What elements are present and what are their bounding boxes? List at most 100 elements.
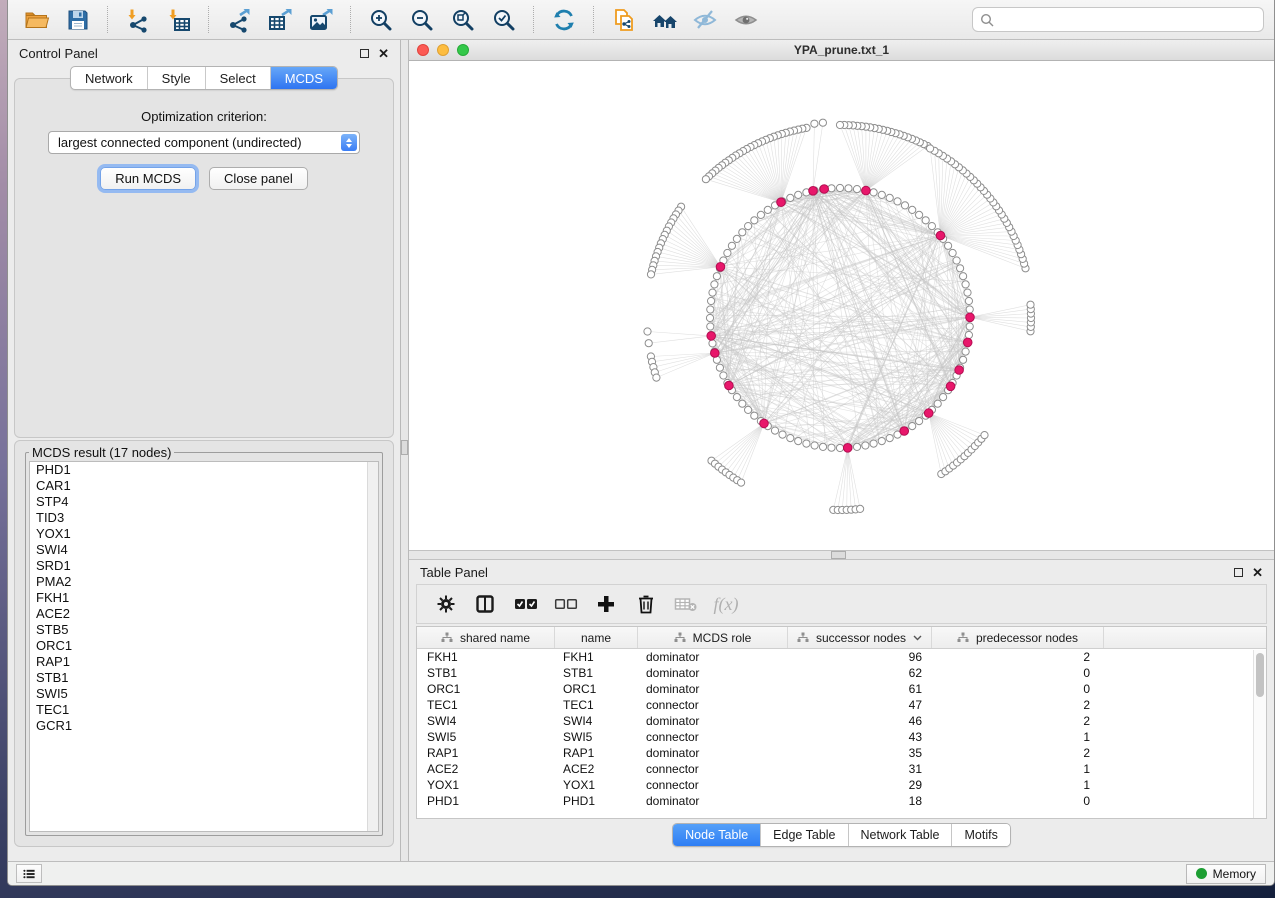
deselect-all-button[interactable] — [551, 589, 581, 619]
window-minimize-icon[interactable] — [437, 44, 449, 56]
refresh-button[interactable] — [545, 4, 582, 36]
tab-select[interactable]: Select — [206, 67, 271, 89]
mcds-result-item[interactable]: RAP1 — [30, 654, 378, 670]
mcds-result-item[interactable]: SRD1 — [30, 558, 378, 574]
mcds-result-item[interactable]: YOX1 — [30, 526, 378, 542]
search-input[interactable] — [1000, 12, 1256, 28]
zoom-selected-button[interactable] — [485, 4, 522, 36]
search-box[interactable] — [972, 7, 1264, 32]
tab-network[interactable]: Network — [71, 67, 148, 89]
mcds-result-item[interactable]: SWI5 — [30, 686, 378, 702]
table-row[interactable]: STB1STB1dominator620 — [417, 665, 1266, 681]
add-column-button[interactable] — [591, 589, 621, 619]
window-close-icon[interactable] — [417, 44, 429, 56]
hide-selected-button[interactable] — [687, 4, 724, 36]
criterion-select[interactable]: largest connected component (undirected) — [48, 131, 360, 154]
show-all-button[interactable] — [728, 4, 765, 36]
mcds-result-item[interactable]: GCR1 — [30, 718, 378, 734]
column-header-name[interactable]: name — [555, 627, 638, 648]
close-table-panel-icon[interactable]: ✕ — [1252, 566, 1263, 579]
export-network-icon — [226, 7, 252, 33]
tab-node-table[interactable]: Node Table — [673, 824, 761, 846]
export-network-button[interactable] — [220, 4, 257, 36]
table-row[interactable]: FKH1FKH1dominator962 — [417, 649, 1266, 665]
table-cell: 47 — [788, 697, 932, 713]
mcds-result-item[interactable]: STP4 — [30, 494, 378, 510]
import-table-button[interactable] — [160, 4, 197, 36]
hide-selected-icon — [692, 7, 719, 33]
mcds-result-item[interactable]: FKH1 — [30, 590, 378, 606]
export-table-button[interactable] — [261, 4, 298, 36]
mcds-result-item[interactable]: PMA2 — [30, 574, 378, 590]
task-history-button[interactable] — [16, 864, 42, 883]
memory-button[interactable]: Memory — [1186, 864, 1266, 884]
tab-style[interactable]: Style — [148, 67, 206, 89]
tab-motifs[interactable]: Motifs — [952, 824, 1009, 846]
import-network-button[interactable] — [119, 4, 156, 36]
mcds-result-item[interactable]: ORC1 — [30, 638, 378, 654]
save-session-button[interactable] — [59, 4, 96, 36]
table-scrollbar[interactable] — [1253, 650, 1266, 818]
duplicate-network-button[interactable] — [605, 4, 642, 36]
mcds-list-scrollbar[interactable] — [367, 462, 378, 831]
close-panel-icon[interactable]: ✕ — [378, 47, 389, 60]
zoom-fit-button[interactable] — [444, 4, 481, 36]
vertical-splitter-handle[interactable] — [401, 440, 408, 455]
table-cell: 2 — [932, 649, 1104, 665]
column-header-successor-nodes[interactable]: successor nodes — [788, 627, 932, 648]
horizontal-splitter[interactable] — [409, 550, 1274, 560]
column-header-shared-name[interactable]: shared name — [417, 627, 555, 648]
table-row[interactable]: ORC1ORC1dominator610 — [417, 681, 1266, 697]
gear-button[interactable] — [431, 589, 461, 619]
mcds-result-item[interactable]: TID3 — [30, 510, 378, 526]
horizontal-splitter-handle[interactable] — [831, 551, 846, 559]
network-canvas[interactable] — [409, 61, 1274, 550]
column-header-mcds-role[interactable]: MCDS role — [638, 627, 788, 648]
mcds-result-item[interactable]: SWI4 — [30, 542, 378, 558]
open-file-button[interactable] — [18, 4, 55, 36]
run-mcds-button[interactable]: Run MCDS — [100, 167, 196, 190]
close-panel-button[interactable]: Close panel — [209, 167, 308, 190]
vertical-splitter[interactable] — [400, 40, 409, 861]
float-panel-icon[interactable] — [360, 49, 369, 58]
function-builder-button[interactable]: f(x) — [711, 589, 741, 619]
mcds-result-item[interactable]: STB5 — [30, 622, 378, 638]
first-neighbors-button[interactable] — [646, 4, 683, 36]
mcds-result-item[interactable]: TEC1 — [30, 702, 378, 718]
mcds-result-list[interactable]: PHD1CAR1STP4TID3YOX1SWI4SRD1PMA2FKH1ACE2… — [29, 461, 379, 832]
show-columns-button[interactable] — [471, 589, 501, 619]
column-header-predecessor-nodes[interactable]: predecessor nodes — [932, 627, 1104, 648]
table-cell: dominator — [638, 793, 788, 809]
table-cell: 35 — [788, 745, 932, 761]
table-scrollbar-thumb[interactable] — [1256, 653, 1264, 697]
mcds-result-item[interactable]: PHD1 — [30, 462, 378, 478]
export-image-button[interactable] — [302, 4, 339, 36]
mcds-result-item[interactable]: CAR1 — [30, 478, 378, 494]
table-row[interactable]: SWI4SWI4dominator462 — [417, 713, 1266, 729]
table-cell — [1104, 793, 1266, 809]
table-row[interactable]: TEC1TEC1connector472 — [417, 697, 1266, 713]
select-all-button[interactable] — [511, 589, 541, 619]
zoom-out-button[interactable] — [403, 4, 440, 36]
table-row[interactable]: RAP1RAP1dominator352 — [417, 745, 1266, 761]
zoom-in-button[interactable] — [362, 4, 399, 36]
delete-column-button[interactable] — [631, 589, 661, 619]
table-row[interactable]: SWI5SWI5connector431 — [417, 729, 1266, 745]
table-row[interactable]: YOX1YOX1connector291 — [417, 777, 1266, 793]
task-list-icon — [23, 868, 35, 880]
table-cell: 18 — [788, 793, 932, 809]
mcds-result-item[interactable]: ACE2 — [30, 606, 378, 622]
float-table-panel-icon[interactable] — [1234, 568, 1243, 577]
window-maximize-icon[interactable] — [457, 44, 469, 56]
table-row[interactable]: PHD1PHD1dominator180 — [417, 793, 1266, 809]
mcds-result-item[interactable]: STB1 — [30, 670, 378, 686]
tab-mcds[interactable]: MCDS — [271, 67, 337, 89]
delete-table-button[interactable] — [671, 589, 701, 619]
table-row[interactable]: ACE2ACE2connector311 — [417, 761, 1266, 777]
column-label: predecessor nodes — [976, 631, 1078, 645]
deselect-all-icon — [554, 597, 578, 611]
tab-edge-table[interactable]: Edge Table — [761, 824, 848, 846]
network-graph[interactable] — [409, 61, 1274, 550]
tab-network-table[interactable]: Network Table — [849, 824, 953, 846]
table-cell: 46 — [788, 713, 932, 729]
